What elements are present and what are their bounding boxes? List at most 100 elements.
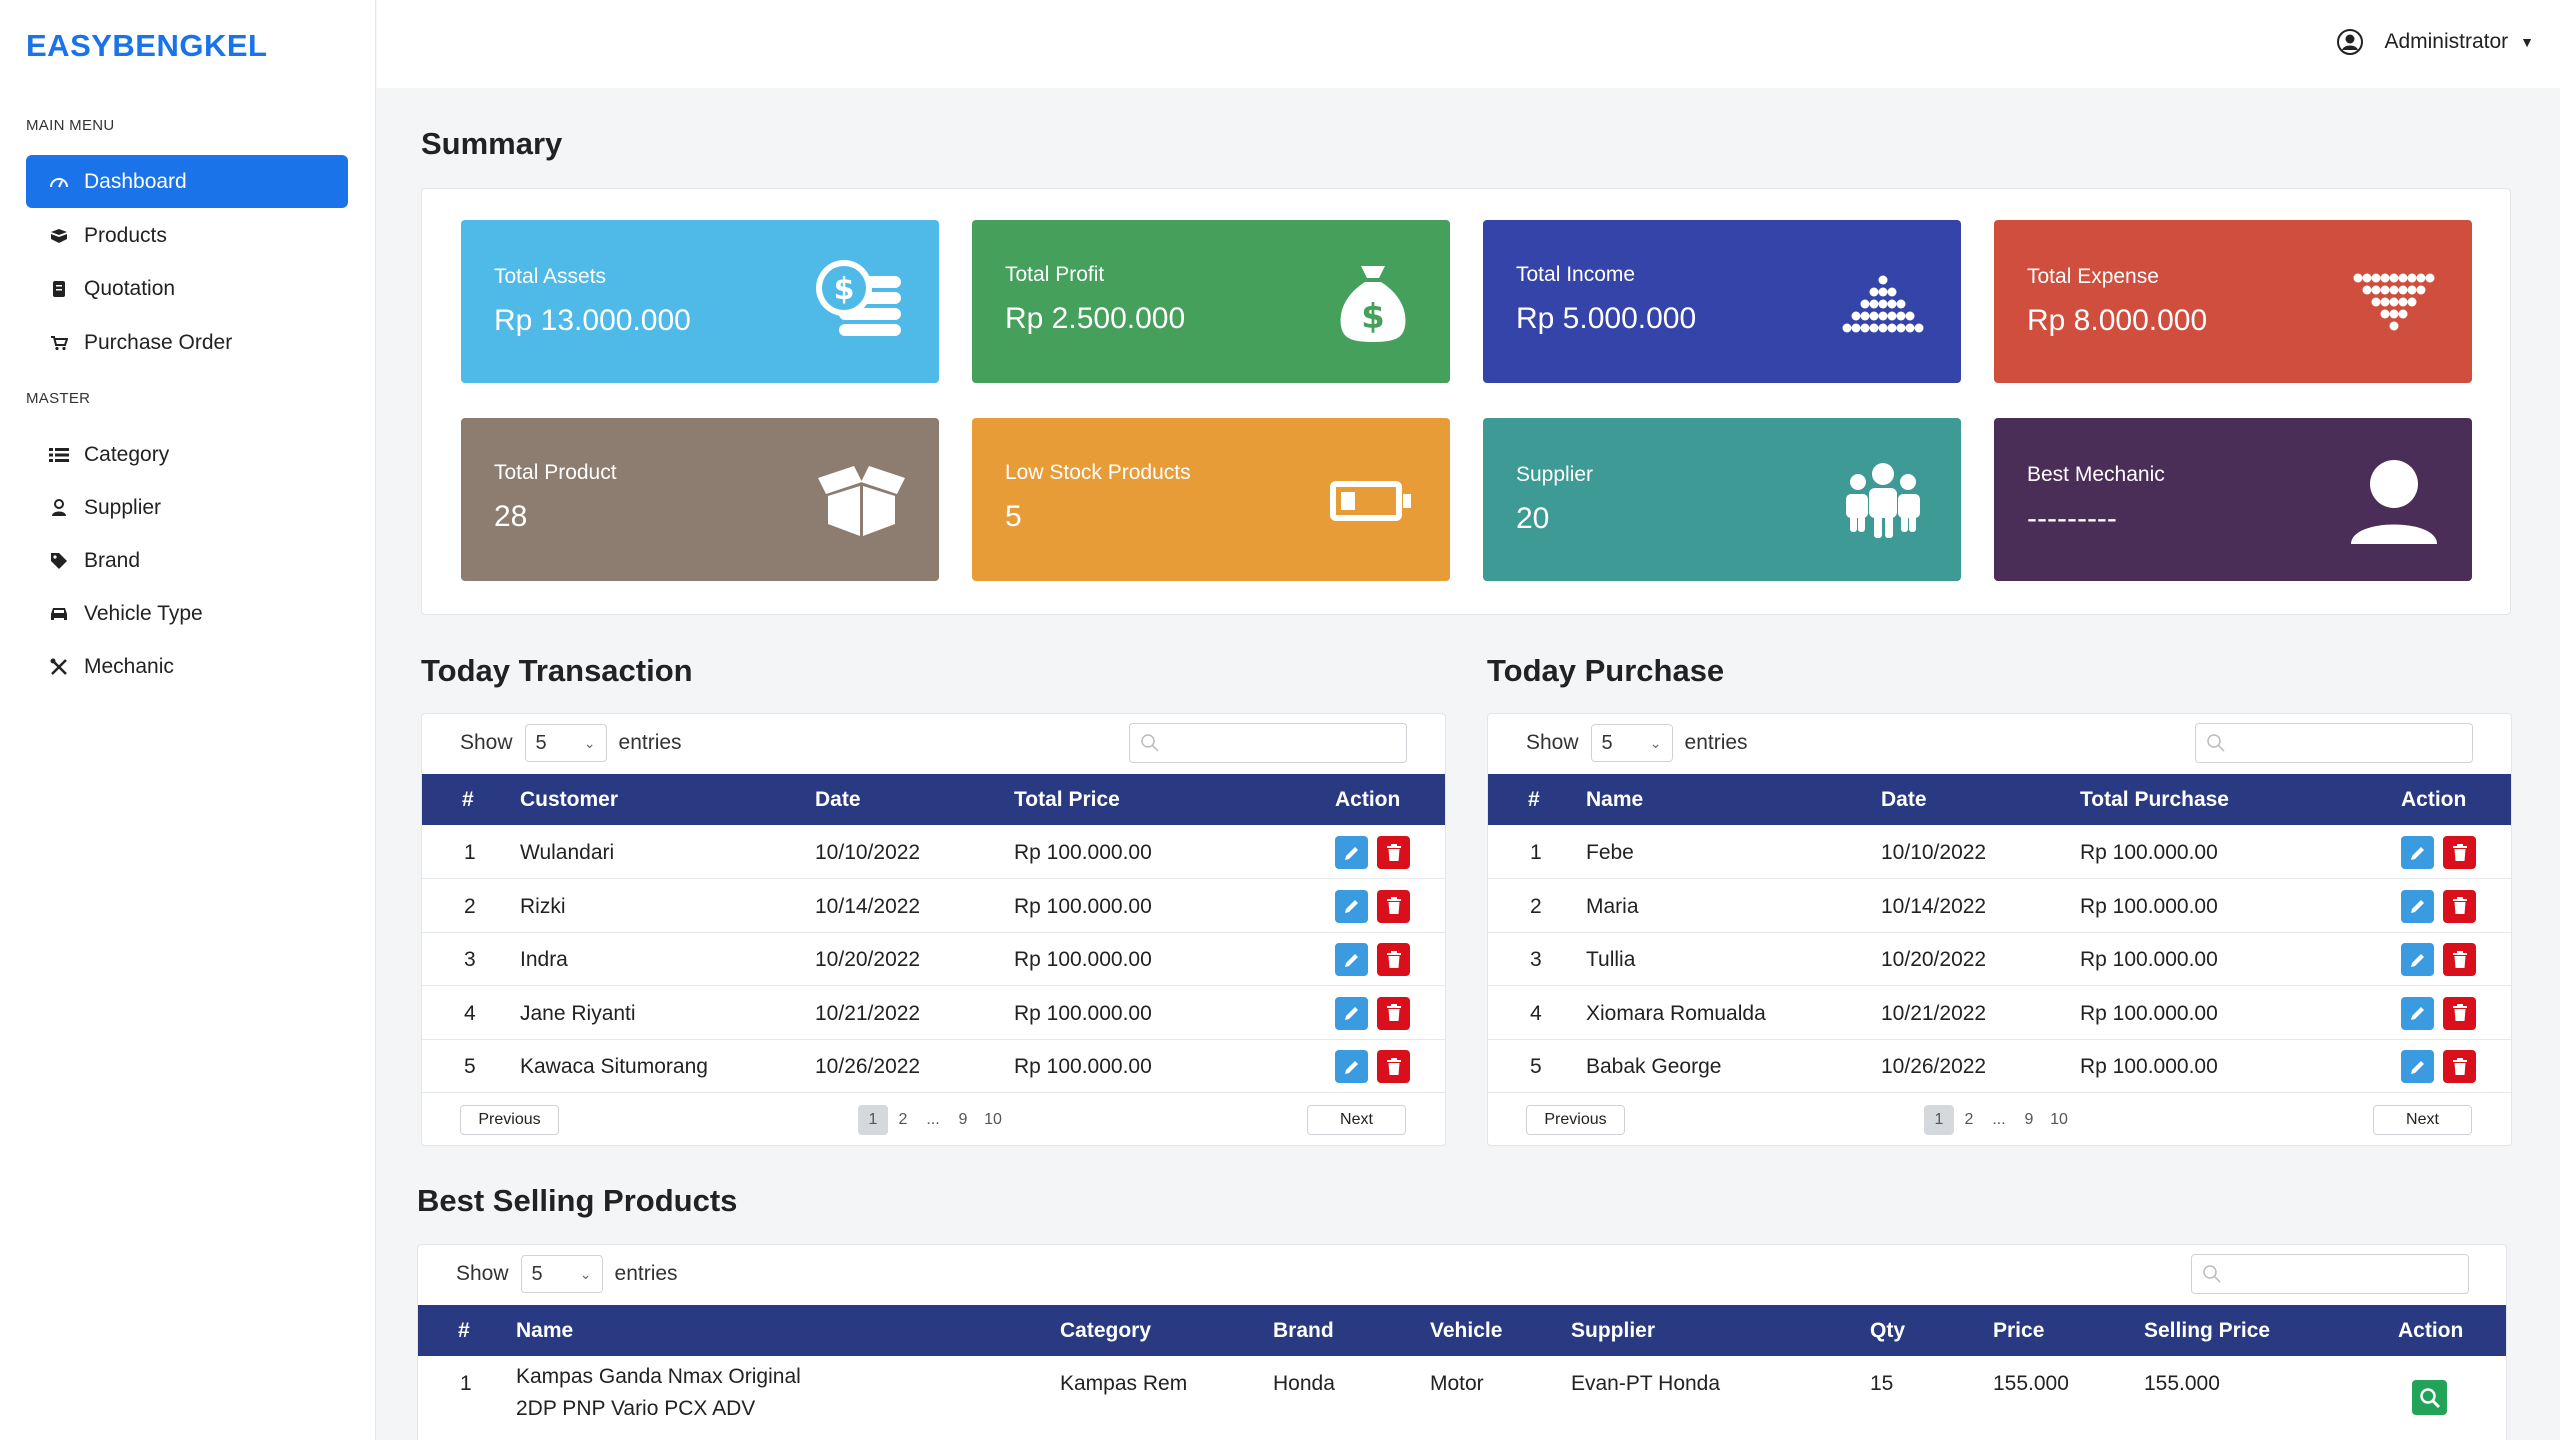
col-header[interactable]: Brand	[1273, 1319, 1334, 1343]
edit-button[interactable]	[1335, 836, 1368, 869]
col-header[interactable]: Customer	[520, 788, 618, 812]
table-row: 4 Xiomara Romualda 10/21/2022 Rp 100.000.00	[1488, 987, 2511, 1040]
pencil-icon	[2410, 846, 2424, 860]
page-button[interactable]: 2	[1954, 1111, 1984, 1129]
col-header[interactable]: Qty	[1870, 1319, 1905, 1343]
col-header[interactable]: Total Price	[1014, 788, 1120, 812]
cell-total: Rp 100.000.00	[1014, 841, 1152, 864]
caret-down-icon: ▼	[2520, 34, 2534, 50]
edit-button[interactable]	[2401, 836, 2434, 869]
svg-text:$: $	[1361, 297, 1385, 337]
edit-button[interactable]	[2401, 996, 2434, 1030]
entries-value: 5	[1601, 731, 1613, 754]
trash-icon	[1386, 1057, 1401, 1075]
delete-button[interactable]	[2443, 889, 2476, 923]
page-button[interactable]: 10	[2044, 1111, 2074, 1129]
trash-icon	[1386, 843, 1401, 861]
edit-button[interactable]	[2401, 1050, 2434, 1083]
sidebar-item-purchase-order[interactable]: Purchase Order	[26, 316, 348, 369]
card-low-stock-products[interactable]: Low Stock Products 5	[972, 418, 1450, 581]
gauge-icon	[48, 171, 70, 193]
sidebar-item-dashboard[interactable]: Dashboard	[26, 155, 348, 208]
search-input[interactable]	[2195, 723, 2473, 763]
card-total-income[interactable]: Total Income Rp 5.000.000	[1483, 220, 1961, 383]
page-button[interactable]: 9	[2014, 1111, 2044, 1129]
car-icon	[48, 603, 70, 625]
card-total-product[interactable]: Total Product 28	[461, 418, 939, 581]
previous-button[interactable]: Previous	[1526, 1105, 1625, 1135]
page-button[interactable]: 9	[948, 1111, 978, 1129]
delete-button[interactable]	[2443, 943, 2476, 976]
cell-name: Jane Riyanti	[520, 1001, 636, 1025]
pencil-icon	[2410, 953, 2424, 967]
cell-total: Rp 100.000.00	[1014, 1001, 1152, 1025]
delete-button[interactable]	[1377, 889, 1410, 923]
col-header[interactable]: Name	[1586, 788, 1643, 812]
edit-button[interactable]	[2401, 889, 2434, 923]
pagination: 1 2 ... 9 10	[858, 1105, 1008, 1135]
summary-panel: Total Assets Rp 13.000.000 $ Total Profi…	[421, 188, 2511, 615]
sidebar-item-supplier[interactable]: Supplier	[26, 481, 348, 534]
delete-button[interactable]	[2443, 1050, 2476, 1083]
cell-no: 4	[464, 1001, 476, 1025]
card-total-profit[interactable]: Total Profit Rp 2.500.000 $	[972, 220, 1450, 383]
col-header: Action	[2401, 788, 2467, 811]
edit-button[interactable]	[1335, 996, 1368, 1030]
app-brand[interactable]: EASYBENGKEL	[26, 28, 267, 64]
sidebar-item-category[interactable]: Category	[26, 428, 348, 481]
view-button[interactable]	[2412, 1380, 2447, 1415]
entries-select[interactable]: 5 ⌄	[524, 724, 607, 762]
page-button[interactable]: 10	[978, 1111, 1008, 1129]
entries-select[interactable]: 5 ⌄	[1590, 724, 1673, 762]
sidebar-item-vehicle-type[interactable]: Vehicle Type	[26, 587, 348, 640]
card-supplier[interactable]: Supplier 20	[1483, 418, 1961, 581]
col-header[interactable]: Supplier	[1571, 1319, 1655, 1343]
delete-button[interactable]	[2443, 836, 2476, 869]
delete-button[interactable]	[1377, 943, 1410, 976]
col-header[interactable]: Date	[1881, 788, 1927, 812]
cell-date: 10/14/2022	[815, 894, 921, 918]
delete-button[interactable]	[2443, 996, 2476, 1030]
card-total-expense[interactable]: Total Expense Rp 8.000.000	[1994, 220, 2472, 383]
edit-button[interactable]	[1335, 889, 1368, 923]
col-header[interactable]: Selling Price	[2144, 1319, 2270, 1343]
card-value: Rp 2.500.000	[1005, 302, 1186, 335]
edit-button[interactable]	[2401, 943, 2434, 976]
col-header[interactable]: Category	[1060, 1319, 1151, 1343]
cell-total: Rp 100.000.00	[2080, 1055, 2218, 1078]
edit-button[interactable]	[1335, 1050, 1368, 1083]
col-header[interactable]: Total Purchase	[2080, 788, 2229, 812]
search-input[interactable]	[1129, 723, 1407, 763]
card-best-mechanic[interactable]: Best Mechanic ---------	[1994, 418, 2472, 581]
trash-icon	[2452, 1057, 2467, 1075]
edit-button[interactable]	[1335, 943, 1368, 976]
cell-no: 5	[464, 1055, 476, 1078]
cell-date: 10/20/2022	[1881, 948, 1987, 971]
next-button[interactable]: Next	[1307, 1105, 1406, 1135]
user-menu[interactable]: Administrator ▼	[2336, 28, 2534, 56]
sidebar-item-label: Mechanic	[84, 654, 174, 678]
col-header[interactable]: Date	[815, 788, 861, 812]
card-total-assets[interactable]: Total Assets Rp 13.000.000 $	[461, 220, 939, 383]
delete-button[interactable]	[1377, 996, 1410, 1030]
sidebar-item-brand[interactable]: Brand	[26, 534, 348, 587]
card-value: 28	[494, 500, 528, 533]
entries-length-control: Show 5 ⌄ entries	[460, 724, 682, 762]
col-header[interactable]: Name	[516, 1319, 573, 1343]
next-button[interactable]: Next	[2373, 1105, 2472, 1135]
page-button[interactable]: 2	[888, 1111, 918, 1129]
entries-select[interactable]: 5 ⌄	[520, 1255, 603, 1293]
col-header[interactable]: Price	[1993, 1319, 2044, 1343]
user-tie-icon	[48, 497, 70, 519]
page-button[interactable]: 1	[1924, 1105, 1954, 1135]
search-input[interactable]	[2191, 1254, 2469, 1294]
svg-text:$: $	[834, 272, 855, 307]
previous-button[interactable]: Previous	[460, 1105, 559, 1135]
col-header[interactable]: Vehicle	[1430, 1319, 1502, 1343]
delete-button[interactable]	[1377, 836, 1410, 869]
page-button[interactable]: 1	[858, 1105, 888, 1135]
sidebar-item-products[interactable]: Products	[26, 209, 348, 262]
sidebar-item-mechanic[interactable]: Mechanic	[26, 640, 348, 693]
sidebar-item-quotation[interactable]: Quotation	[26, 262, 348, 315]
delete-button[interactable]	[1377, 1050, 1410, 1083]
